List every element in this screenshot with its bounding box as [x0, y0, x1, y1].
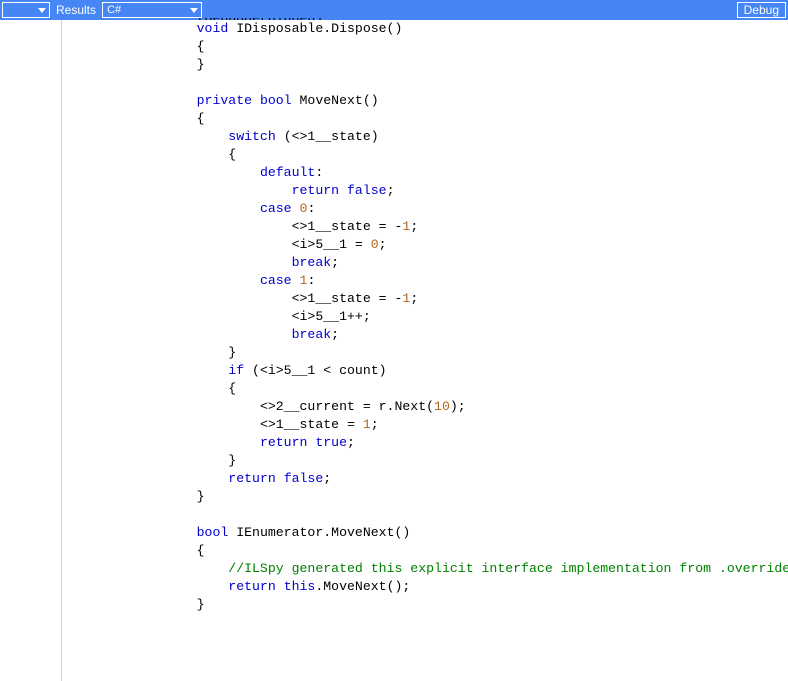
gutter [0, 20, 62, 681]
language-dropdown-value: C# [107, 4, 121, 16]
code-line: <i>5__1++; [70, 308, 788, 326]
code-line: if (<i>5__1 < count) [70, 362, 788, 380]
code-line [70, 74, 788, 92]
code-line: break; [70, 254, 788, 272]
main-area: [DebuggerHidden] void IDisposable.Dispos… [0, 20, 788, 681]
code-line: { [70, 542, 788, 560]
code-line: { [70, 38, 788, 56]
code-line: default: [70, 164, 788, 182]
code-editor[interactable]: [DebuggerHidden] void IDisposable.Dispos… [62, 18, 788, 679]
code-line: case 1: [70, 272, 788, 290]
code-line: } [70, 344, 788, 362]
code-line: return true; [70, 434, 788, 452]
code-line: //ILSpy generated this explicit interfac… [70, 560, 788, 578]
code-line: { [70, 146, 788, 164]
code-line: private bool MoveNext() [70, 92, 788, 110]
code-line: bool IEnumerator.MoveNext() [70, 524, 788, 542]
chevron-down-icon [38, 8, 46, 13]
results-label: Results [56, 3, 96, 17]
language-dropdown[interactable]: C# [102, 2, 202, 18]
code-line: <>1__state = 1; [70, 416, 788, 434]
code-line: <>1__state = -1; [70, 218, 788, 236]
code-line: } [70, 488, 788, 506]
debug-button[interactable]: Debug [737, 2, 786, 18]
code-line: [DebuggerHidden] [70, 18, 788, 20]
code-line: <i>5__1 = 0; [70, 236, 788, 254]
code-line: break; [70, 326, 788, 344]
code-line: <>1__state = -1; [70, 290, 788, 308]
code-line: { [70, 110, 788, 128]
code-line: } [70, 452, 788, 470]
code-line: case 0: [70, 200, 788, 218]
code-line [70, 506, 788, 524]
code-line: void IDisposable.Dispose() [70, 20, 788, 38]
debug-button-label: Debug [744, 3, 779, 17]
code-line: return this.MoveNext(); [70, 578, 788, 596]
code-line: <>2__current = r.Next(10); [70, 398, 788, 416]
code-line: return false; [70, 470, 788, 488]
code-line: { [70, 380, 788, 398]
code-line: switch (<>1__state) [70, 128, 788, 146]
chevron-down-icon [190, 8, 198, 13]
code-line: } [70, 596, 788, 614]
toolbar: Results C# Debug [0, 0, 788, 20]
code-line: } [70, 56, 788, 74]
view-dropdown[interactable] [2, 2, 50, 18]
code-line: return false; [70, 182, 788, 200]
